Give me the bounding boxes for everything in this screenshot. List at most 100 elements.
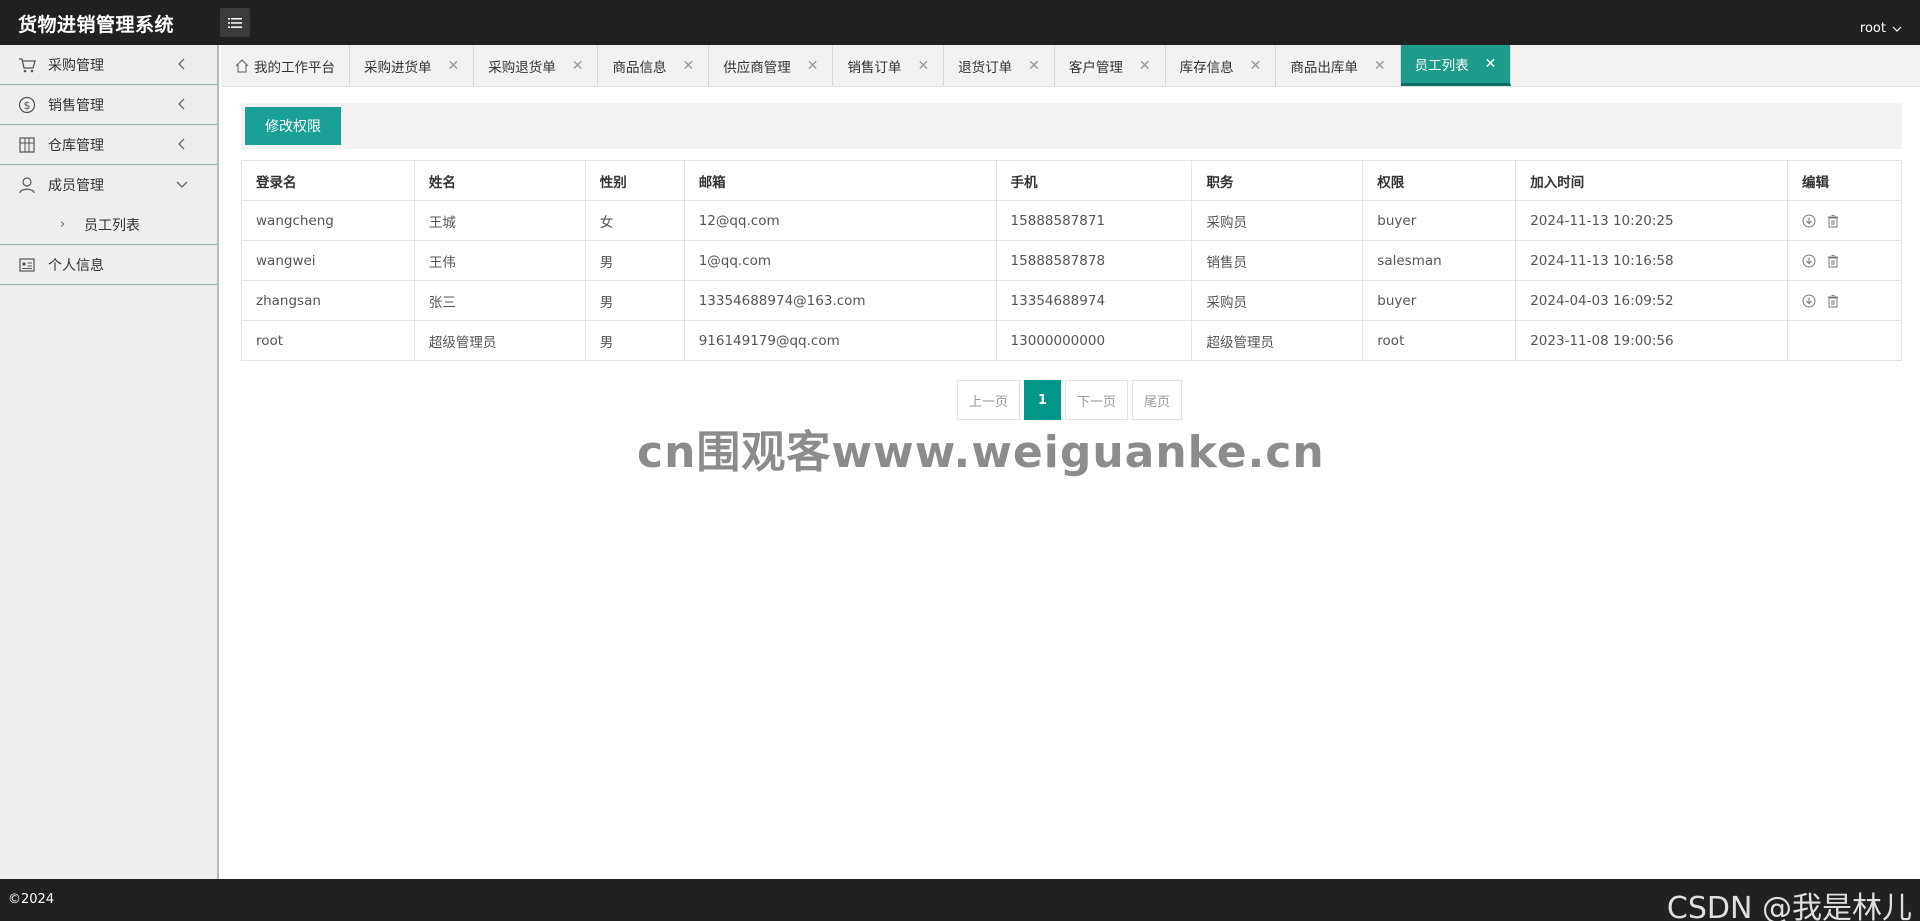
cart-icon [18, 56, 36, 74]
current-page-button[interactable]: 1 [1024, 380, 1062, 420]
cell-permission: root [1362, 320, 1517, 361]
download-icon[interactable] [1802, 254, 1816, 268]
tab-supplier[interactable]: 供应商管理 ✕ [709, 45, 834, 86]
tab-stock-info[interactable]: 库存信息 ✕ [1166, 45, 1277, 86]
cell-position: 销售员 [1191, 240, 1364, 281]
tab-purchase-in[interactable]: 采购进货单 ✕ [350, 45, 475, 86]
sidebar-item-label: 销售管理 [48, 97, 104, 114]
download-icon[interactable] [1802, 214, 1816, 228]
prev-page-button[interactable]: 上一页 [957, 380, 1021, 420]
cell-gender: 男 [584, 320, 685, 361]
sidebar-item-label: 成员管理 [48, 178, 104, 194]
tab-sales-order[interactable]: 销售订单 ✕ [833, 45, 945, 86]
tab-label: 退货订单 [958, 59, 1013, 76]
close-icon[interactable]: ✕ [1139, 59, 1151, 73]
close-icon[interactable]: ✕ [1028, 59, 1040, 73]
close-icon[interactable]: ✕ [572, 59, 584, 73]
cell-join-time: 2024-11-13 10:20:25 [1515, 200, 1788, 241]
top-header: 货物进销管理系统 root [0, 0, 1920, 45]
sidebar-item-profile[interactable]: 个人信息 [0, 245, 217, 285]
sidebar-item-members[interactable]: 成员管理 [0, 165, 217, 205]
table-row: wangwei 王伟 男 1@qq.com 15888587878 销售员 sa… [241, 240, 1902, 281]
home-icon [235, 58, 249, 73]
toolbar: 修改权限 [241, 103, 1902, 149]
close-icon[interactable]: ✕ [917, 59, 929, 73]
sidebar-subitem-label: 员工列表 [84, 217, 140, 234]
menu-toggle-button[interactable] [220, 8, 250, 37]
trash-icon[interactable] [1826, 214, 1840, 228]
cell-join-time: 2023-11-08 19:00:56 [1515, 320, 1788, 361]
tab-return-order[interactable]: 退货订单 ✕ [944, 45, 1055, 86]
tab-employee-list[interactable]: 员工列表 ✕ [1400, 45, 1512, 86]
close-icon[interactable]: ✕ [1485, 57, 1497, 71]
user-menu[interactable]: root [1860, 21, 1902, 36]
tab-label: 库存信息 [1179, 59, 1234, 76]
cell-phone: 15888587878 [995, 240, 1193, 281]
chevron-left-icon [178, 98, 185, 110]
sidebar: 采购管理 $ 销售管理 仓库管理 成员管理 › 员工列表 个人信息 [0, 45, 219, 879]
edit-permission-button[interactable]: 修改权限 [245, 107, 341, 145]
sidebar-item-purchase[interactable]: 采购管理 [0, 45, 217, 85]
close-icon[interactable]: ✕ [448, 59, 460, 73]
column-header: 编辑 [1787, 160, 1902, 201]
cell-permission: salesman [1362, 240, 1517, 281]
table-row: zhangsan 张三 男 13354688974@163.com 133546… [241, 280, 1902, 321]
tab-label: 采购进货单 [364, 59, 432, 76]
cell-position: 采购员 [1191, 280, 1364, 321]
cell-email: 1@qq.com [683, 240, 997, 281]
user-icon [18, 176, 36, 194]
tab-goods-info[interactable]: 商品信息 ✕ [598, 45, 710, 86]
tab-purchase-return[interactable]: 采购退货单 ✕ [474, 45, 599, 86]
sidebar-item-label: 个人信息 [48, 257, 104, 274]
column-header: 加入时间 [1515, 160, 1788, 201]
cell-permission: buyer [1362, 280, 1517, 321]
copyright-text: ©2024 [8, 892, 55, 907]
cell-permission: buyer [1362, 200, 1517, 241]
sidebar-item-sales[interactable]: $ 销售管理 [0, 85, 217, 125]
csdn-watermark: CSDN @我是林儿 [1666, 891, 1912, 921]
trash-icon[interactable] [1826, 254, 1840, 268]
column-header: 手机 [995, 160, 1193, 201]
svg-text:$: $ [24, 99, 31, 112]
table-row: root 超级管理员 男 916149179@qq.com 1300000000… [241, 320, 1902, 361]
close-icon[interactable]: ✕ [1374, 59, 1386, 73]
next-page-button[interactable]: 下一页 [1065, 380, 1129, 420]
cell-phone: 13000000000 [995, 320, 1193, 361]
tab-label: 供应商管理 [723, 59, 791, 76]
tab-home[interactable]: 我的工作平台 [221, 45, 350, 86]
tab-label: 商品信息 [612, 59, 667, 76]
close-icon[interactable]: ✕ [1250, 59, 1262, 73]
cell-position: 超级管理员 [1191, 320, 1364, 361]
app-title: 货物进销管理系统 [18, 14, 175, 36]
cell-name: 王城 [413, 200, 586, 241]
cell-email: 916149179@qq.com [683, 320, 997, 361]
cell-join-time: 2024-11-13 10:16:58 [1515, 240, 1788, 281]
tab-label: 商品出库单 [1290, 59, 1358, 76]
tab-customer[interactable]: 客户管理 ✕ [1055, 45, 1166, 86]
cell-name: 张三 [413, 280, 586, 321]
close-icon[interactable]: ✕ [682, 59, 694, 73]
sidebar-item-label: 仓库管理 [48, 137, 104, 154]
sidebar-subitem-employee-list[interactable]: › 员工列表 [0, 205, 217, 245]
trash-icon[interactable] [1826, 294, 1840, 308]
download-icon[interactable] [1802, 294, 1816, 308]
sidebar-item-warehouse[interactable]: 仓库管理 [0, 125, 217, 165]
cell-actions [1787, 280, 1902, 321]
chevron-left-icon [178, 138, 185, 150]
column-header: 性别 [584, 160, 685, 201]
chevron-down-icon [176, 181, 188, 188]
cell-gender: 男 [584, 280, 685, 321]
dollar-icon: $ [18, 96, 36, 114]
warehouse-icon [18, 136, 36, 154]
footer: ©2024 CSDN @我是林儿 [0, 879, 1920, 921]
cell-login: zhangsan [241, 280, 415, 321]
cell-actions [1787, 320, 1902, 361]
cell-name: 王伟 [413, 240, 586, 281]
column-header: 职务 [1191, 160, 1364, 201]
tab-goods-out[interactable]: 商品出库单 ✕ [1276, 45, 1401, 86]
table-header-row: 登录名 姓名 性别 邮箱 手机 职务 权限 加入时间 编辑 [241, 160, 1902, 201]
close-icon[interactable]: ✕ [807, 59, 819, 73]
sidebar-item-label: 采购管理 [48, 57, 104, 74]
column-header: 邮箱 [683, 160, 997, 201]
last-page-button[interactable]: 尾页 [1132, 380, 1183, 420]
